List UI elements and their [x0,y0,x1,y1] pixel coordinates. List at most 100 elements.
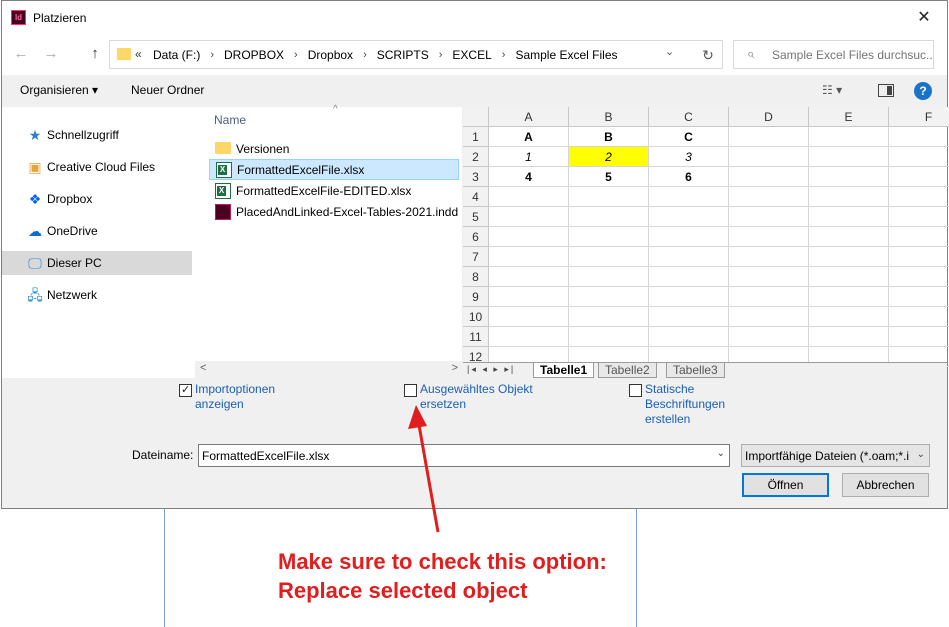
chevron-down-icon[interactable]: ⌄ [665,45,674,58]
breadcrumb-separator-icon[interactable]: › [356,49,374,61]
grid-cell [649,187,729,207]
sidebar-item-netzwerk[interactable]: 🖧 Netzwerk [2,283,192,307]
grid-cell [889,227,949,247]
indesign-app-icon: Id [11,10,26,25]
grid-cell [729,307,809,327]
help-icon[interactable]: ? [914,82,932,100]
breadcrumb-item[interactable]: DROPBOX [221,48,287,62]
grid-cell [489,287,569,307]
replace-selected-checkbox[interactable] [404,384,417,397]
file-name: Versionen [236,141,290,156]
folder-icon [117,48,131,60]
scroll-right-icon[interactable]: > [452,362,458,374]
sheet-tab[interactable]: Tabelle2 [598,363,657,378]
scroll-left-icon[interactable]: < [200,362,206,374]
sheet-tab[interactable]: Tabelle1 [533,363,595,378]
file-row[interactable]: X FormattedExcelFile-EDITED.xlsx [209,180,459,201]
file-row[interactable]: PlacedAndLinked-Excel-Tables-2021.indd [209,201,459,222]
grid-cell: 2 [569,147,649,167]
sidebar-item-dieser-pc[interactable]: 🖵 Dieser PC [2,251,192,275]
row-header: 9 [463,287,489,307]
sheet-tab[interactable]: Tabelle3 [666,363,725,378]
grid-cell [489,207,569,227]
sidebar-item-schnellzugriff[interactable]: ★ Schnellzugriff [2,123,192,147]
address-overflow-icon[interactable]: « [135,47,142,61]
sidebar-item-label: Dieser PC [47,256,102,270]
row-header: 6 [463,227,489,247]
static-captions-checkbox[interactable] [629,384,642,397]
grid-cell [649,267,729,287]
grid-cell [729,207,809,227]
grid-cell [729,127,809,147]
grid-cell [809,207,889,227]
grid-cell: 5 [569,167,649,187]
cancel-button[interactable]: Abbrechen [842,473,929,497]
grid-cell [809,227,889,247]
sidebar-item-onedrive[interactable]: ☁ OneDrive [2,219,192,243]
grid-cell [729,187,809,207]
forward-arrow-icon[interactable]: → [40,43,62,65]
filename-input[interactable] [202,445,702,466]
grid-cell [489,247,569,267]
computer-icon: 🖵 [28,255,42,271]
back-arrow-icon[interactable]: ← [10,43,32,65]
grid-cell [729,267,809,287]
row-header: 10 [463,307,489,327]
new-folder-button[interactable]: Neuer Ordner [131,83,204,97]
grid-cell [889,207,949,227]
breadcrumb-separator-icon[interactable]: › [287,49,305,61]
chevron-down-icon[interactable]: ⌄ [717,448,725,459]
replace-selected-label[interactable]: Ausgewähltes Objekt ersetzen [420,382,550,412]
grid-cell: C [649,127,729,147]
chevron-down-icon: ⌄ [916,449,925,460]
place-dialog: Id Platzieren ✕ ← → ↑ « Data (F:) › DROPBO… [1,0,949,509]
filename-combobox[interactable]: ⌄ [198,444,730,467]
horizontal-scrollbar[interactable]: < > [195,361,462,378]
grid-cell: 1 [489,147,569,167]
breadcrumb-separator-icon[interactable]: › [203,49,221,61]
navigation-pane: ★ Schnellzugriff ▣ Creative Cloud Files ❖ Dro… [2,107,195,378]
up-arrow-icon[interactable]: ↑ [84,43,106,65]
breadcrumb-item[interactable]: Sample Excel Files [512,48,620,62]
grid-cell: B [569,127,649,147]
close-button[interactable]: ✕ [901,1,947,35]
sidebar-item-dropbox[interactable]: ❖ Dropbox [2,187,192,211]
file-type-select[interactable]: Importfähige Dateien (*.oam;*.i ⌄ [741,444,930,467]
open-button[interactable]: Öffnen [742,473,829,497]
grid-cell [569,267,649,287]
sidebar-item-creative-cloud-files[interactable]: ▣ Creative Cloud Files [2,155,192,179]
file-row[interactable]: X FormattedExcelFile.xlsx [209,159,459,180]
breadcrumb-item[interactable]: SCRIPTS [374,48,432,62]
grid-cell [649,227,729,247]
view-options-icon[interactable]: ☷ ▾ [822,83,842,97]
import-options-label[interactable]: Importoptionen anzeigen [195,382,305,412]
breadcrumb-separator-icon[interactable]: › [495,49,513,61]
column-header-name[interactable]: Name [214,113,246,127]
network-icon: 🖧 [27,287,43,303]
breadcrumb-item[interactable]: EXCEL [449,48,494,62]
dropbox-icon: ❖ [28,191,42,207]
import-options-checkbox[interactable] [179,383,192,397]
breadcrumb-item[interactable]: Dropbox [305,48,356,62]
column-header: D [729,107,809,127]
preview-pane-icon[interactable] [878,84,894,97]
refresh-icon[interactable]: ↻ [696,44,720,66]
breadcrumb-item[interactable]: Data (F:) [150,48,203,62]
sidebar-item-label: OneDrive [47,224,98,238]
address-bar[interactable]: « Data (F:) › DROPBOX › Dropbox › SCRIPTS › EXCE… [109,40,723,69]
document-page-edge-right [636,508,637,627]
file-row[interactable]: Versionen [209,138,459,159]
breadcrumb: Data (F:) › DROPBOX › Dropbox › SCRIPTS › EXCEL ›… [150,48,621,62]
breadcrumb-separator-icon[interactable]: › [432,49,450,61]
sidebar-item-label: Netzwerk [47,288,98,302]
sheet-nav-icons[interactable]: |◂ ◂ ▸ ▸| [467,364,515,375]
search-input[interactable] [772,41,932,68]
title-bar: Id Platzieren ✕ [2,1,947,35]
static-captions-label[interactable]: Statische Beschriftungen erstellen [645,382,745,427]
search-box[interactable]: ⌕ [733,40,934,69]
grid-cell [809,287,889,307]
row-header: 8 [463,267,489,287]
grid-cell: A [489,127,569,147]
annotation-line-2: Replace selected object [278,578,528,603]
organize-button[interactable]: Organisieren ▾ [20,83,98,97]
